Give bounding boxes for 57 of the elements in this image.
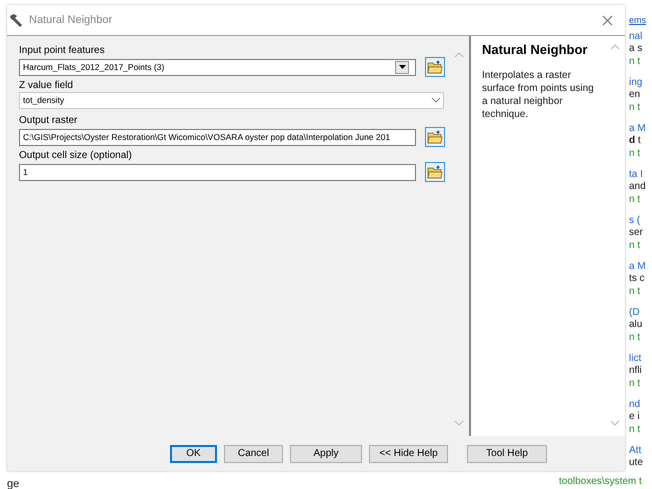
parameter-label: Z value field bbox=[19, 79, 74, 92]
dialog-button[interactable]: Apply bbox=[290, 444, 362, 462]
result-title[interactable]: ta I bbox=[629, 168, 643, 181]
result-path: n t bbox=[629, 55, 640, 68]
parameter-label: Input point features bbox=[19, 44, 106, 57]
result-title[interactable]: a M bbox=[629, 260, 646, 273]
dialog-button[interactable]: Cancel bbox=[224, 444, 283, 462]
browse-button[interactable] bbox=[425, 127, 445, 147]
folder-icon bbox=[427, 130, 443, 144]
close-icon[interactable] bbox=[602, 14, 613, 26]
result-title[interactable]: ing bbox=[629, 76, 642, 89]
window-title: Natural Neighbor bbox=[29, 14, 114, 26]
hammer-icon bbox=[9, 14, 23, 26]
background-text: ge bbox=[7, 478, 20, 489]
result-path: n t bbox=[629, 331, 640, 344]
field-select[interactable]: tot_density bbox=[19, 92, 444, 108]
result-title[interactable]: Att bbox=[629, 444, 642, 457]
input-field[interactable]: 1 bbox=[19, 164, 416, 180]
dropdown-field[interactable]: Harcum_Flats_2012_2017_Points (3) bbox=[19, 58, 416, 76]
result-path: n t bbox=[629, 193, 640, 206]
result-description: en bbox=[629, 89, 640, 101]
result-description: a s bbox=[629, 43, 642, 55]
parameter-label: Output cell size (optional) bbox=[19, 149, 133, 162]
dialog-button[interactable]: << Hide Help bbox=[369, 444, 448, 462]
result-path: toolboxes\system t bbox=[559, 475, 642, 488]
result-path: n t bbox=[629, 377, 640, 390]
folder-icon bbox=[427, 165, 443, 179]
result-path: n t bbox=[629, 147, 640, 160]
browse-button[interactable] bbox=[425, 57, 445, 77]
chevron-down-icon bbox=[431, 97, 441, 103]
result-title[interactable]: a M bbox=[629, 122, 646, 135]
dialog-button[interactable]: OK bbox=[170, 444, 217, 462]
result-path: n t bbox=[629, 239, 640, 252]
help-title: Natural Neighbor bbox=[482, 42, 588, 57]
result-description: ts c bbox=[629, 273, 645, 285]
result-path: n t bbox=[629, 101, 640, 114]
result-title[interactable]: nd bbox=[629, 398, 640, 411]
result-description: alu bbox=[629, 319, 642, 331]
result-title[interactable]: lict bbox=[629, 352, 642, 365]
input-field[interactable]: C:\GIS\Projects\Oyster Restoration\Gt Wicomico\VOSARA oyster pop data\Interpolation June 201 bbox=[19, 128, 416, 146]
result-title[interactable]: nal bbox=[629, 30, 642, 43]
result-path: n t bbox=[629, 423, 640, 436]
result-description: nfli bbox=[629, 365, 642, 377]
result-title[interactable]: s ( bbox=[629, 214, 640, 227]
result-description: ser bbox=[629, 227, 643, 239]
result-title[interactable]: (D bbox=[629, 306, 640, 319]
header-link[interactable]: ems bbox=[629, 14, 646, 28]
parameter-label: Output raster bbox=[19, 114, 78, 127]
dialog-button[interactable]: Tool Help bbox=[467, 444, 547, 462]
help-text: Interpolates a raster surface from points using a natural neighbor technique. bbox=[482, 69, 595, 121]
result-description: d t bbox=[629, 135, 641, 147]
result-description: e i bbox=[629, 411, 640, 423]
browse-button[interactable] bbox=[425, 162, 445, 182]
result-description: ute bbox=[629, 457, 643, 469]
folder-icon bbox=[427, 60, 443, 74]
result-description: and bbox=[629, 181, 646, 193]
result-path: n t bbox=[629, 285, 640, 298]
